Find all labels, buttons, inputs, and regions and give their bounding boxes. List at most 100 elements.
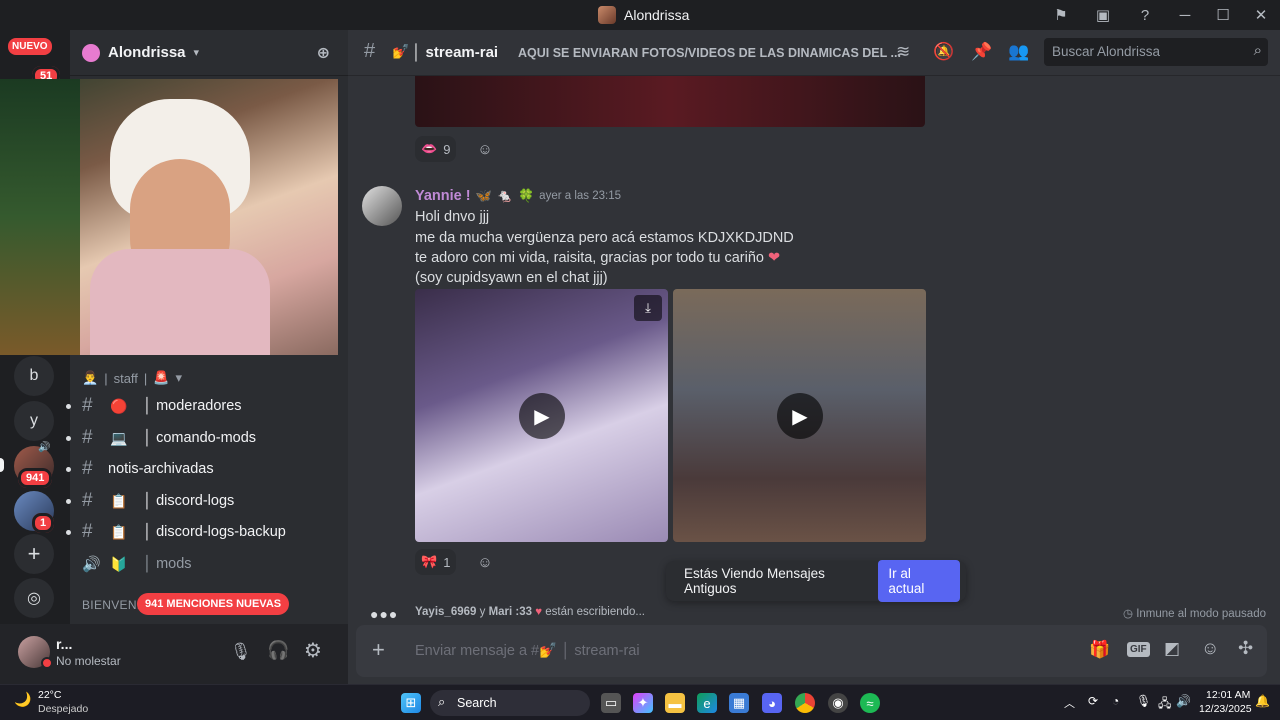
weather-status[interactable]: Despejado [38,703,88,715]
headphones-icon[interactable]: 🎧 [267,640,289,661]
server-y[interactable]: y [14,401,54,441]
volume-icon[interactable]: 🔊 [1176,694,1191,708]
microphone-icon[interactable]: 🎙 [230,642,252,662]
edge-icon[interactable]: e [697,693,717,713]
reaction-lips[interactable]: 👄 9 [415,136,457,162]
mute-notifications-icon[interactable]: 🔕 [933,42,954,62]
user-panel: r... No molestar 🎙 🎧 ⚙ [0,624,348,684]
message-line: me da mucha vergüenza pero acá estamos K… [415,230,794,246]
settings-gear-icon[interactable]: ⚙ [304,638,322,663]
speaker-icon: 🔊 [38,442,51,453]
channel-mods[interactable]: 🔊 🔰 │ mods [70,549,348,579]
sticker-icon[interactable]: ◩ [1164,639,1180,659]
channel-moderadores[interactable]: # 🔴 │ moderadores [66,391,348,421]
channel-notis-archivadas[interactable]: # notis-archivadas [66,454,348,484]
flag-icon[interactable]: ⚑ [1040,0,1082,30]
chrome-icon[interactable] [795,693,815,713]
temperature[interactable]: 22°C [38,689,61,701]
clock-date[interactable]: 12/23/2025 [1199,703,1252,715]
add-reaction-icon[interactable]: ☺ [472,549,498,575]
chevron-down-icon: ▾ [193,47,200,59]
task-view-icon[interactable]: ▭ [601,693,621,713]
video-attachment-1[interactable]: ▶ ⤓ [415,289,668,542]
channel-name: │ mods [143,556,192,572]
channel-discord-logs-backup[interactable]: # 📋 │ discord-logs-backup [66,517,348,547]
search-input[interactable]: Buscar Alondrissa ⌕ [1044,38,1268,66]
obs-icon[interactable]: ◉ [828,693,848,713]
reaction-bow[interactable]: 🎀 1 [415,549,457,575]
server-avatar-icon [598,6,616,24]
clock-time[interactable]: 12:01 AM [1206,689,1250,701]
category-welcome[interactable]: BIENVENI [82,598,140,612]
tray-overflow-icon[interactable]: ︿ [1064,695,1075,711]
emoji-icon[interactable]: ☺ [1201,638,1219,659]
tray-app-icon[interactable]: ⟳ [1088,694,1098,708]
voice-icon: 🔊 [82,556,101,573]
message-line: (soy cupidsyawn en el chat jjj) [415,270,608,286]
help-icon[interactable]: ? [1124,0,1166,30]
file-explorer-icon[interactable]: ▬ [665,693,685,713]
maximize-icon[interactable]: ☐ [1204,0,1242,30]
play-icon[interactable]: ▶ [777,393,823,439]
discover-icon[interactable]: ◎ [14,578,54,618]
author-name[interactable]: Yannie ! [415,188,471,204]
channel-name: │ discord-logs-backup [143,524,286,540]
previous-media[interactable] [415,76,925,127]
jump-to-present-button[interactable]: Ir al actual [878,560,960,602]
network-icon[interactable]: 🖧 [1158,694,1171,715]
inbox-icon[interactable]: ▣ [1082,0,1124,30]
add-reaction-icon[interactable]: ☺ [472,136,498,162]
taskbar-search[interactable]: ⌕ Search [430,690,590,716]
close-icon[interactable]: ✕ [1242,0,1280,30]
server-indicator [0,458,4,472]
channel-discord-logs[interactable]: # 📋 │ discord-logs [66,486,348,516]
copilot-icon[interactable]: ✦ [633,693,653,713]
channel-name: │ moderadores [143,398,242,414]
search-icon: ⌕ [1253,42,1262,59]
person-icon: 👨‍💼 [82,370,99,385]
message-line: Holi dnvo jjj [415,209,490,225]
channel-comando-mods[interactable]: # 💻 │ comando-mods [66,423,348,453]
server-b[interactable]: b [14,356,54,396]
gift-icon[interactable]: 🎁 [1089,640,1110,660]
start-icon[interactable]: ⊞ [401,693,421,713]
staff-category[interactable]: 👨‍💼 | staff | 🚨 ▾ [82,370,182,386]
gif-icon[interactable]: GIF [1127,642,1150,657]
member-list-icon[interactable]: 👥 [1008,42,1029,62]
server-header[interactable]: Alondrissa ▾ ⊕ [70,30,348,76]
message-input[interactable]: Enviar mensaje a #💅 │ stream-rai [415,642,640,659]
heart-icon: ❤ [768,250,781,266]
pin-icon[interactable]: 📌 [971,42,992,62]
add-attachment-icon[interactable]: + [372,637,385,663]
notification-icon[interactable]: 🔔 [1255,694,1270,708]
threads-icon[interactable]: ≋ [896,42,910,62]
avatar[interactable] [362,186,402,226]
server-alondrissa[interactable]: 🔊 941 [14,442,54,488]
store-icon[interactable]: ▦ [729,693,749,713]
play-icon[interactable]: ▶ [519,393,565,439]
download-icon[interactable]: ⤓ [634,295,662,321]
video-attachment-2[interactable]: ▶ [673,289,926,542]
weather-icon: 🌙 [14,691,32,707]
spotify-icon[interactable]: ≈ [860,693,880,713]
channel-name: │ discord-logs [143,493,235,509]
discord-icon[interactable]: ◕ [762,693,782,713]
server-blue[interactable]: 1 [14,491,55,533]
add-member-icon[interactable]: ⊕ [317,43,330,63]
channel-header: # 💅 │ stream-rai AQUI SE ENVIARAN FOTOS/… [348,30,1280,76]
mentions-pill[interactable]: 941 MENCIONES NUEVAS [137,593,290,615]
stream-preview[interactable] [0,79,338,355]
channel-name: │ comando-mods [143,430,257,446]
message-composer[interactable]: + Enviar mensaje a #💅 │ stream-rai 🎁 GIF… [356,625,1267,677]
add-server-icon[interactable]: + [14,534,54,574]
clock-icon: ◷ [1122,608,1133,620]
apps-icon[interactable]: ✣ [1238,638,1253,659]
minimize-icon[interactable]: ─ [1166,0,1204,30]
tray-app-icon[interactable]: ◔ [1112,694,1119,708]
message-line: te adoro con mi vida, raisita, gracias p… [415,250,781,266]
username: r... [56,636,73,652]
channel-topic[interactable]: AQUI SE ENVIARAN FOTOS/VIDEOS DE LAS DIN… [518,46,901,60]
microphone-icon[interactable]: 🎙 [1136,694,1151,708]
christmas-tree-image [0,79,80,355]
message-header: Yannie ! 🦋 🐁 🍀 ayer a las 23:15 [415,188,621,204]
